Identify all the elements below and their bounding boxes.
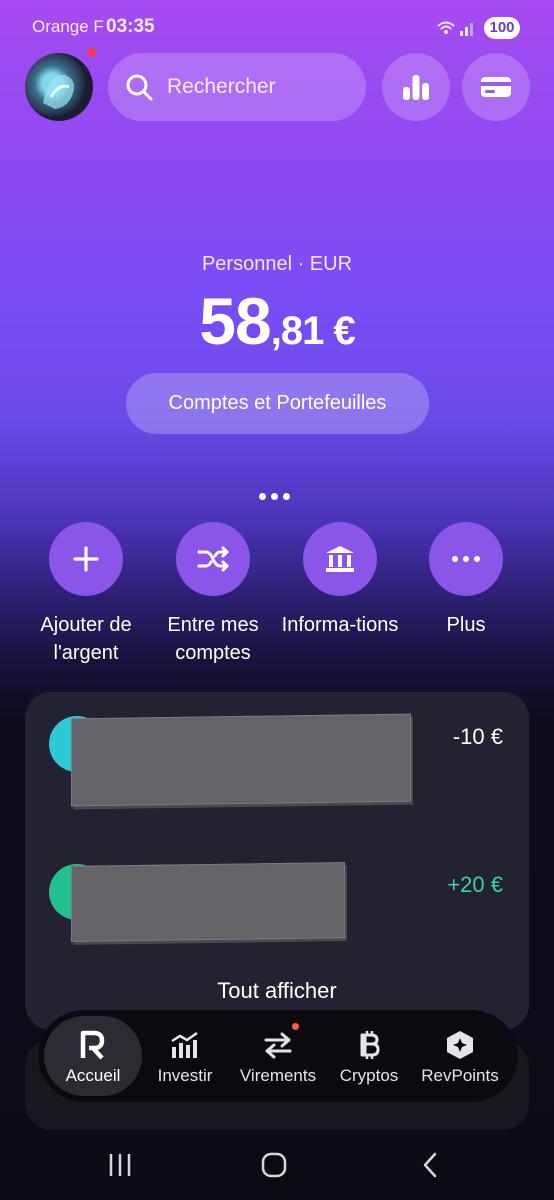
nav-label: Cryptos — [339, 1066, 399, 1085]
transfer-arrows-icon — [261, 1028, 295, 1062]
transaction-amount: -10 € — [452, 724, 503, 749]
show-all-link[interactable]: Tout afficher — [25, 978, 529, 1004]
between-accounts-action[interactable]: Entre mes comptes — [153, 522, 273, 667]
balance-decimal: ,81 € — [270, 309, 356, 353]
wifi-signal-icon — [437, 21, 473, 36]
notification-dot — [88, 48, 96, 56]
add-money-label: Ajouter de l'argent — [40, 614, 132, 664]
profile-avatar[interactable] — [25, 53, 93, 121]
bitcoin-icon — [352, 1028, 386, 1062]
information-action[interactable]: Informa-tions — [280, 522, 400, 639]
balance-amount: 58,81 € — [0, 283, 554, 359]
transaction-amount: +20 € — [447, 872, 503, 897]
redacted-transaction-details — [71, 862, 345, 942]
nav-label: Accueil — [65, 1066, 121, 1085]
analytics-button[interactable] — [382, 53, 450, 121]
search-placeholder: Rechercher — [167, 75, 276, 98]
redacted-transaction-details — [71, 713, 411, 807]
search-bar[interactable]: Rechercher — [108, 53, 366, 121]
nav-label: Investir — [157, 1066, 213, 1085]
system-navigation-bar — [0, 1140, 554, 1190]
revpoints-hexagon-icon — [443, 1028, 477, 1062]
carrier-name: Orange F — [32, 17, 104, 36]
bank-icon — [303, 522, 377, 596]
more-label: Plus — [446, 614, 486, 636]
chart-bars-icon — [168, 1028, 202, 1062]
accounts-wallets-button[interactable]: Comptes et Portefeuilles — [126, 373, 429, 434]
recent-apps-icon[interactable] — [100, 1150, 140, 1180]
more-icon — [429, 522, 503, 596]
status-bar: Orange F 03:35 100 — [0, 0, 554, 56]
shuffle-icon — [176, 522, 250, 596]
information-label: Informa-tions — [281, 614, 399, 636]
bottom-navigation: Accueil Investir Virements Cryptos RevPo… — [38, 1010, 518, 1102]
add-money-action[interactable]: Ajouter de l'argent — [26, 522, 146, 667]
cards-button[interactable] — [462, 53, 530, 121]
bar-chart-icon — [403, 75, 429, 100]
avatar-image — [43, 74, 74, 109]
revolut-r-icon — [76, 1028, 110, 1062]
account-label: Personnel · EUR — [201, 253, 353, 275]
between-accounts-label: Entre mes comptes — [167, 614, 259, 664]
card-icon — [481, 77, 511, 97]
nav-cryptos[interactable]: Cryptos — [330, 1010, 408, 1102]
more-action[interactable]: Plus — [406, 522, 526, 639]
battery-indicator: 100 — [484, 17, 520, 39]
balance-integer: 58 — [199, 284, 271, 358]
back-icon[interactable] — [410, 1150, 450, 1180]
nav-label: RevPoints — [421, 1066, 499, 1085]
page-indicator — [259, 493, 290, 500]
search-icon — [126, 74, 153, 101]
nav-notification-dot — [292, 1023, 299, 1030]
nav-revpoints[interactable]: RevPoints — [410, 1010, 510, 1102]
recent-transactions-card: -10 € +20 € Tout afficher — [25, 692, 529, 1030]
plus-icon — [49, 522, 123, 596]
nav-accueil[interactable]: Accueil — [38, 1010, 148, 1102]
nav-investir[interactable]: Investir — [148, 1010, 222, 1102]
nav-virements[interactable]: Virements — [226, 1010, 330, 1102]
home-icon[interactable] — [254, 1150, 294, 1180]
nav-label: Virements — [239, 1066, 317, 1085]
status-time: 03:35 — [106, 16, 155, 37]
